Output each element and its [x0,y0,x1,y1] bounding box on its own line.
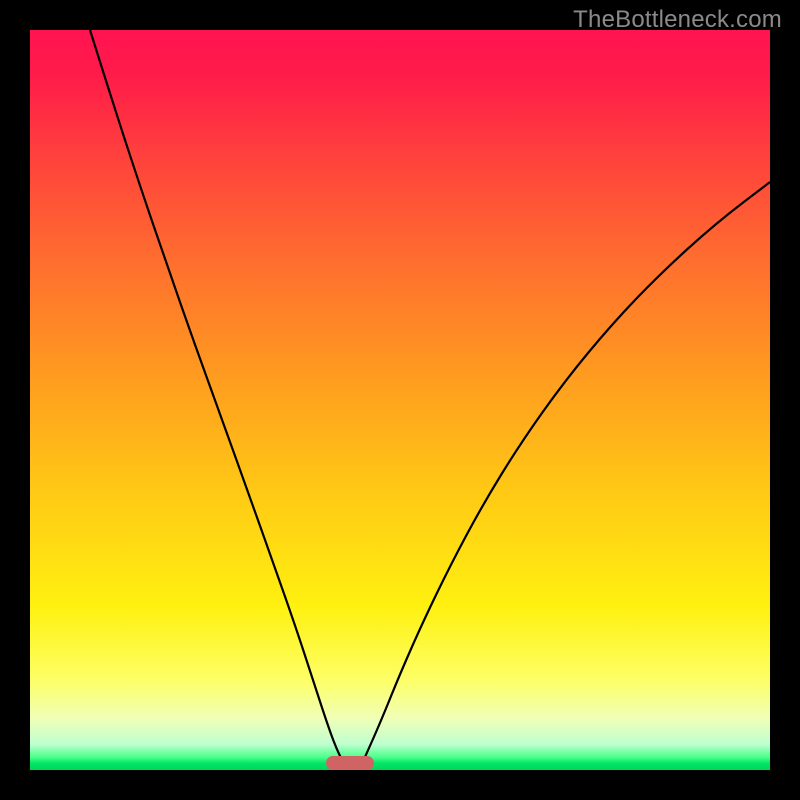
curve-right [360,182,770,768]
curve-left [90,30,346,768]
plot-area [30,30,770,770]
minimum-marker [326,756,374,770]
curve-layer [30,30,770,770]
